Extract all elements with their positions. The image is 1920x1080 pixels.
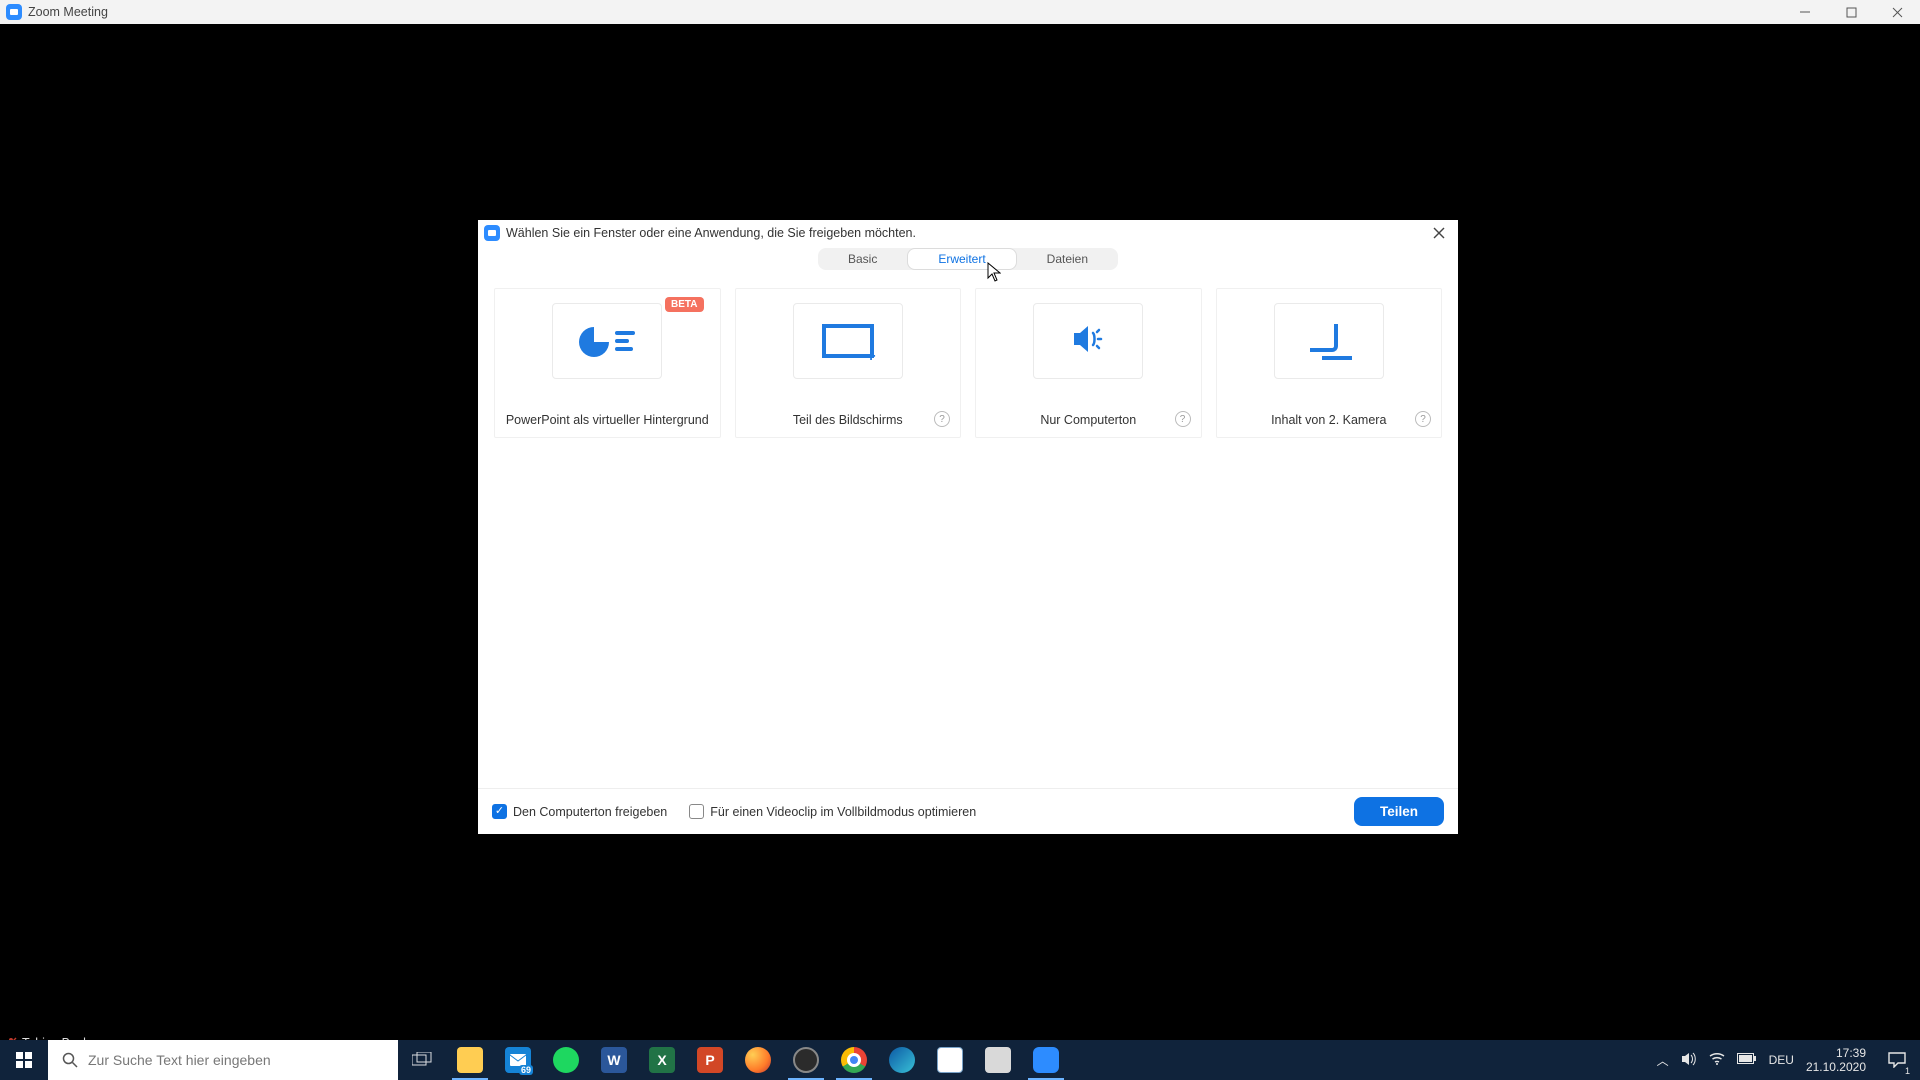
firefox-icon bbox=[745, 1047, 771, 1073]
taskbar-app-firefox[interactable] bbox=[734, 1040, 782, 1080]
option-second-camera[interactable]: Inhalt von 2. Kamera ? bbox=[1216, 288, 1443, 438]
taskbar-app-mail[interactable]: 69 bbox=[494, 1040, 542, 1080]
zoom-meeting-window: Zoom Meeting Tobias Becker bbox=[0, 0, 1920, 1080]
document-camera-icon bbox=[1304, 322, 1354, 360]
tab-files[interactable]: Dateien bbox=[1017, 248, 1118, 270]
taskbar-app-chrome[interactable] bbox=[830, 1040, 878, 1080]
beta-badge: BETA bbox=[665, 297, 703, 312]
option-label: Teil des Bildschirms bbox=[785, 413, 911, 427]
mouse-cursor-icon bbox=[987, 262, 1001, 282]
taskbar-app-word[interactable]: W bbox=[590, 1040, 638, 1080]
battery-icon[interactable] bbox=[1737, 1053, 1757, 1067]
task-view-button[interactable] bbox=[398, 1040, 446, 1080]
close-icon bbox=[1433, 227, 1445, 239]
mail-badge: 69 bbox=[519, 1065, 533, 1075]
maximize-button[interactable] bbox=[1828, 0, 1874, 24]
tab-basic[interactable]: Basic bbox=[818, 248, 907, 270]
system-tray: ︿ DEU 17:39 21.10.2020 1 bbox=[1657, 1040, 1920, 1080]
option-portion-of-screen[interactable]: Teil des Bildschirms ? bbox=[735, 288, 962, 438]
checkbox-label: Für einen Videoclip im Vollbildmodus opt… bbox=[710, 805, 976, 819]
option-thumbnail bbox=[1274, 303, 1384, 379]
help-icon[interactable]: ? bbox=[1175, 411, 1191, 427]
dialog-tabs: Basic Erweitert Dateien bbox=[478, 248, 1458, 278]
window-controls bbox=[1782, 0, 1920, 24]
dialog-close-button[interactable] bbox=[1420, 220, 1458, 246]
share-options-grid: BETA PowerPoint als virtueller Hintergru… bbox=[478, 278, 1458, 788]
spotify-icon bbox=[553, 1047, 579, 1073]
help-icon[interactable]: ? bbox=[1415, 411, 1431, 427]
zoom-logo-icon bbox=[484, 225, 500, 241]
file-explorer-icon bbox=[457, 1047, 483, 1073]
taskbar-app-misc[interactable] bbox=[974, 1040, 1022, 1080]
close-icon bbox=[1892, 7, 1903, 18]
taskbar-app-excel[interactable]: X bbox=[638, 1040, 686, 1080]
close-button[interactable] bbox=[1874, 0, 1920, 24]
taskbar-app-powerpoint[interactable]: P bbox=[686, 1040, 734, 1080]
minimize-button[interactable] bbox=[1782, 0, 1828, 24]
edge-icon bbox=[889, 1047, 915, 1073]
windows-taskbar: Zur Suche Text hier eingeben 69 W X P ︿ bbox=[0, 1040, 1920, 1080]
search-icon bbox=[62, 1052, 78, 1068]
notepad-icon bbox=[937, 1047, 963, 1073]
taskbar-app-zoom[interactable] bbox=[1022, 1040, 1070, 1080]
option-label: Inhalt von 2. Kamera bbox=[1263, 413, 1394, 427]
clock-date: 21.10.2020 bbox=[1806, 1060, 1866, 1074]
taskbar-clock[interactable]: 17:39 21.10.2020 bbox=[1806, 1046, 1866, 1075]
word-icon: W bbox=[601, 1047, 627, 1073]
taskbar-app-notepad[interactable] bbox=[926, 1040, 974, 1080]
chrome-icon bbox=[841, 1047, 867, 1073]
volume-icon[interactable] bbox=[1681, 1052, 1697, 1069]
option-thumbnail bbox=[552, 303, 662, 379]
taskbar-app-edge[interactable] bbox=[878, 1040, 926, 1080]
speaker-icon bbox=[1068, 323, 1108, 360]
share-button[interactable]: Teilen bbox=[1354, 797, 1444, 826]
taskbar-pinned-apps: 69 W X P bbox=[446, 1040, 1070, 1080]
checkbox-share-computer-audio[interactable]: Den Computerton freigeben bbox=[492, 804, 667, 819]
option-computer-audio-only[interactable]: Nur Computerton ? bbox=[975, 288, 1202, 438]
screen-portion-icon bbox=[822, 324, 874, 358]
option-thumbnail bbox=[793, 303, 903, 379]
option-thumbnail bbox=[1033, 303, 1143, 379]
maximize-icon bbox=[1846, 7, 1857, 18]
obs-icon bbox=[793, 1047, 819, 1073]
zoom-logo-icon bbox=[6, 4, 22, 20]
taskbar-app-file-explorer[interactable] bbox=[446, 1040, 494, 1080]
dialog-title: Wählen Sie ein Fenster oder eine Anwendu… bbox=[506, 226, 916, 240]
taskbar-search-input[interactable]: Zur Suche Text hier eingeben bbox=[48, 1040, 398, 1080]
zoom-icon bbox=[1033, 1047, 1059, 1073]
excel-icon: X bbox=[649, 1047, 675, 1073]
app-icon bbox=[985, 1047, 1011, 1073]
wifi-icon[interactable] bbox=[1709, 1053, 1725, 1068]
share-screen-dialog: Wählen Sie ein Fenster oder eine Anwendu… bbox=[478, 220, 1458, 834]
search-placeholder: Zur Suche Text hier eingeben bbox=[88, 1052, 271, 1068]
action-center-button[interactable]: 1 bbox=[1878, 1040, 1916, 1080]
minimize-icon bbox=[1799, 6, 1811, 18]
powerpoint-icon: P bbox=[697, 1047, 723, 1073]
checkbox-label: Den Computerton freigeben bbox=[513, 805, 667, 819]
taskbar-app-spotify[interactable] bbox=[542, 1040, 590, 1080]
powerpoint-icon bbox=[577, 321, 637, 361]
app-title: Zoom Meeting bbox=[28, 5, 108, 19]
taskbar-app-obs[interactable] bbox=[782, 1040, 830, 1080]
option-label: Nur Computerton bbox=[1032, 413, 1144, 427]
mail-icon: 69 bbox=[505, 1047, 531, 1073]
checkbox-optimize-video-clip[interactable]: Für einen Videoclip im Vollbildmodus opt… bbox=[689, 804, 976, 819]
task-view-icon bbox=[412, 1052, 432, 1068]
dialog-footer: Den Computerton freigeben Für einen Vide… bbox=[478, 788, 1458, 834]
option-label: PowerPoint als virtueller Hintergrund bbox=[498, 413, 717, 427]
windows-logo-icon bbox=[16, 1052, 32, 1068]
help-icon[interactable]: ? bbox=[934, 411, 950, 427]
tray-overflow-button[interactable]: ︿ bbox=[1657, 1052, 1669, 1069]
input-language-indicator[interactable]: DEU bbox=[1769, 1053, 1794, 1067]
checkbox-icon bbox=[492, 804, 507, 819]
dialog-titlebar: Wählen Sie ein Fenster oder eine Anwendu… bbox=[478, 220, 1458, 246]
notification-count: 1 bbox=[1903, 1066, 1912, 1076]
option-powerpoint-virtual-bg[interactable]: BETA PowerPoint als virtueller Hintergru… bbox=[494, 288, 721, 438]
app-titlebar: Zoom Meeting bbox=[0, 0, 1920, 24]
checkbox-icon bbox=[689, 804, 704, 819]
clock-time: 17:39 bbox=[1806, 1046, 1866, 1060]
start-button[interactable] bbox=[0, 1040, 48, 1080]
